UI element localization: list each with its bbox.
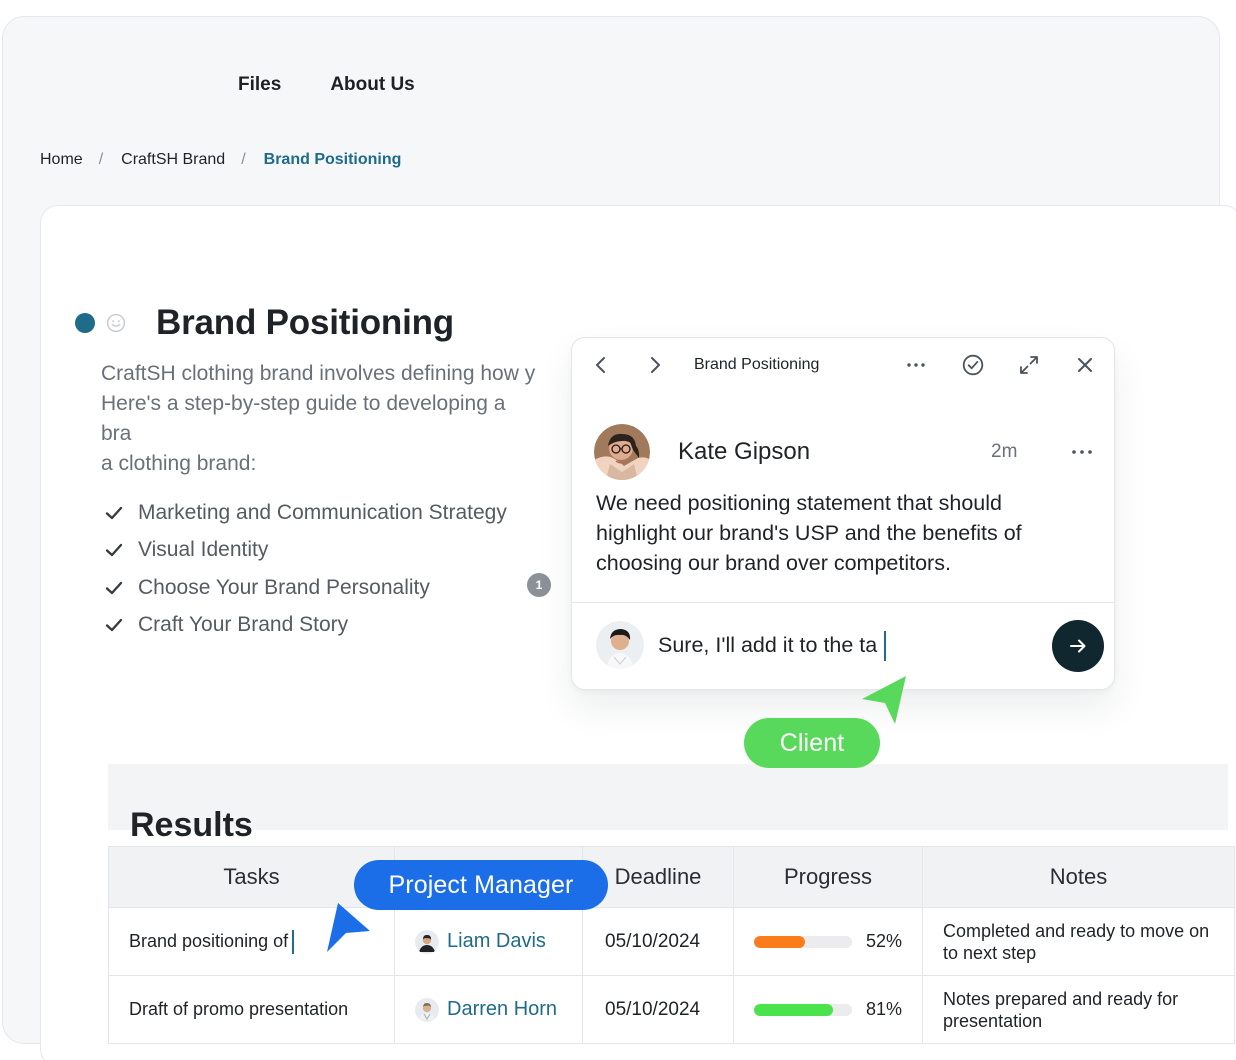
check-icon bbox=[105, 581, 123, 594]
breadcrumb-current-page[interactable]: Brand Positioning bbox=[264, 151, 402, 169]
checklist-item[interactable]: Visual Identity bbox=[104, 532, 507, 570]
progress-cell: 81% bbox=[732, 975, 924, 1044]
comment-timestamp: 2m bbox=[991, 441, 1018, 462]
description-line: a clothing brand: bbox=[101, 452, 257, 475]
avatar[interactable] bbox=[594, 424, 650, 480]
task-cell[interactable]: Draft of promo presentation bbox=[108, 975, 395, 1044]
deadline-cell[interactable]: 05/10/2024 bbox=[582, 907, 734, 976]
nav-files[interactable]: Files bbox=[238, 74, 281, 96]
back-button[interactable] bbox=[589, 353, 613, 377]
page-description: CraftSH clothing brand involves defining… bbox=[101, 359, 541, 479]
breadcrumb: Home / CraftSH Brand / Brand Positioning bbox=[40, 151, 401, 169]
comment-message: We need positioning statement that shoul… bbox=[596, 491, 1022, 575]
progress-bar bbox=[754, 935, 852, 948]
progress-cell: 52% bbox=[732, 907, 924, 976]
popover-title: Brand Positioning bbox=[694, 356, 820, 373]
assignee-cell[interactable]: Liam Davis bbox=[394, 907, 583, 976]
progress-fill bbox=[754, 1003, 834, 1016]
comment-author-row: Kate Gipson 2m bbox=[594, 424, 1094, 480]
expand-button[interactable] bbox=[1017, 353, 1041, 377]
checklist-item-label: Craft Your Brand Story bbox=[138, 613, 349, 637]
progress-value: 52% bbox=[866, 931, 903, 951]
results-title: Results bbox=[130, 806, 253, 845]
forward-button[interactable] bbox=[643, 353, 667, 377]
assignee-name: Darren Horn bbox=[447, 998, 558, 1020]
breadcrumb-home[interactable]: Home bbox=[40, 151, 83, 169]
top-navigation: Files About Us bbox=[238, 74, 415, 96]
breadcrumb-craftsh-brand[interactable]: CraftSH Brand bbox=[121, 151, 225, 169]
page-title-row: Brand Positioning bbox=[75, 280, 454, 367]
comment-count-badge[interactable]: 1 bbox=[527, 573, 551, 597]
smiley-icon[interactable] bbox=[106, 313, 126, 333]
chevron-right-icon bbox=[651, 357, 660, 373]
text-caret bbox=[292, 929, 295, 954]
page-title: Brand Positioning bbox=[156, 303, 454, 343]
close-icon bbox=[1078, 358, 1092, 372]
table-header-row: Tasks Deadline Progress Notes bbox=[108, 846, 1236, 908]
reply-row bbox=[572, 603, 1114, 689]
reply-input[interactable] bbox=[658, 629, 1048, 661]
checklist-item[interactable]: Marketing and Communication Strategy bbox=[104, 494, 507, 532]
expand-icon bbox=[1020, 356, 1038, 374]
column-header-tasks[interactable]: Tasks bbox=[108, 846, 395, 908]
status-dot[interactable] bbox=[75, 313, 95, 334]
avatar bbox=[415, 929, 439, 954]
arrow-right-icon bbox=[1070, 639, 1086, 653]
popover-header: Brand Positioning bbox=[572, 338, 1114, 392]
comment-more-button[interactable] bbox=[1069, 440, 1095, 464]
comment-author-name[interactable]: Kate Gipson bbox=[678, 438, 810, 466]
progress-bar bbox=[754, 1003, 852, 1016]
breadcrumb-separator: / bbox=[98, 151, 104, 168]
results-table: Tasks Deadline Progress Notes Brand posi… bbox=[108, 846, 1236, 1044]
task-cell[interactable]: Brand positioning of bbox=[108, 907, 395, 976]
send-button[interactable] bbox=[1052, 620, 1104, 672]
table-row[interactable]: Brand positioning of Liam Davis 05/10/20… bbox=[108, 907, 1236, 976]
more-horizontal-icon bbox=[907, 363, 925, 367]
results-section-header: Results bbox=[108, 764, 1228, 844]
check-icon bbox=[105, 506, 123, 519]
check-icon bbox=[105, 544, 123, 557]
description-line: Here's a step-by-step guide to developin… bbox=[101, 392, 506, 445]
check-icon bbox=[105, 619, 123, 632]
text-caret bbox=[884, 631, 886, 661]
notes-cell[interactable]: Notes prepared and ready for presentatio… bbox=[922, 975, 1236, 1044]
assignee-cell[interactable]: Darren Horn bbox=[394, 975, 583, 1044]
task-name: Draft of promo presentation bbox=[129, 999, 349, 1019]
deadline-cell[interactable]: 05/10/2024 bbox=[582, 975, 734, 1044]
comment-popover: Brand Positioning Kate Gipson 2m We need… bbox=[571, 337, 1115, 690]
table-row[interactable]: Draft of promo presentation Darren Horn … bbox=[108, 975, 1236, 1044]
avatar bbox=[415, 997, 439, 1022]
checklist-item-label: Choose Your Brand Personality bbox=[138, 575, 430, 599]
client-cursor-label: Client bbox=[744, 718, 880, 768]
notes-cell[interactable]: Completed and ready to move on to next s… bbox=[922, 907, 1236, 976]
checklist-item-label: Visual Identity bbox=[138, 538, 269, 562]
chevron-left-icon bbox=[596, 357, 605, 373]
breadcrumb-separator: / bbox=[241, 151, 246, 168]
assignee-name: Liam Davis bbox=[447, 930, 546, 952]
project-manager-cursor-label: Project Manager bbox=[354, 860, 608, 910]
checklist-item[interactable]: Craft Your Brand Story bbox=[104, 607, 507, 645]
column-header-progress[interactable]: Progress bbox=[732, 846, 924, 908]
more-options-button[interactable] bbox=[904, 353, 928, 377]
more-horizontal-icon bbox=[1072, 450, 1092, 454]
resolve-button[interactable] bbox=[961, 353, 985, 377]
app-screen: Files About Us Home / CraftSH Brand / Br… bbox=[0, 0, 1236, 1060]
brand-checklist: Marketing and Communication Strategy Vis… bbox=[104, 494, 507, 644]
assignee[interactable]: Liam Davis bbox=[415, 929, 562, 954]
check-circle-icon bbox=[962, 354, 984, 376]
checklist-item[interactable]: Choose Your Brand Personality bbox=[104, 569, 507, 607]
progress-value: 81% bbox=[866, 999, 903, 1019]
progress-fill bbox=[754, 935, 805, 948]
close-button[interactable] bbox=[1073, 353, 1097, 377]
column-header-notes[interactable]: Notes bbox=[922, 846, 1236, 908]
task-name: Brand positioning of bbox=[129, 930, 289, 951]
avatar[interactable] bbox=[596, 621, 644, 669]
nav-about-us[interactable]: About Us bbox=[330, 74, 414, 96]
description-line: CraftSH clothing brand involves defining… bbox=[101, 362, 536, 385]
checklist-item-label: Marketing and Communication Strategy bbox=[138, 500, 507, 524]
assignee[interactable]: Darren Horn bbox=[415, 997, 562, 1022]
